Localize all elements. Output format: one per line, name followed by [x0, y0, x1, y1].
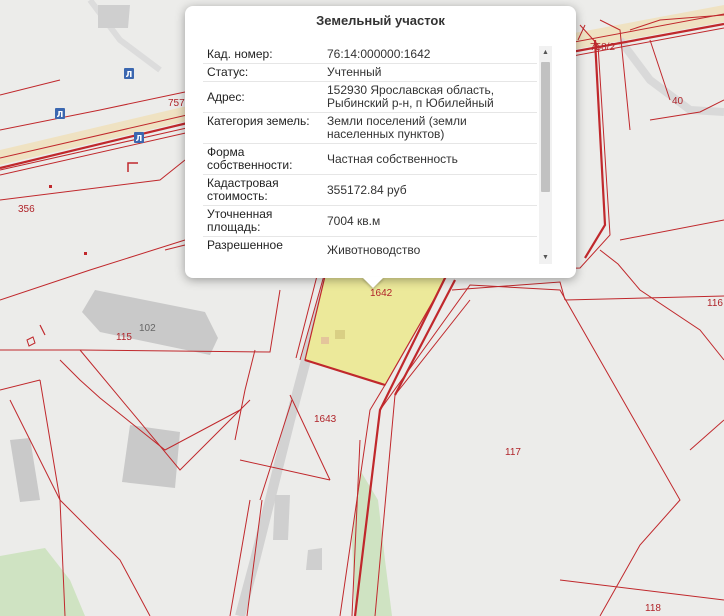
bus-stop-icon[interactable]: Л — [55, 108, 65, 119]
plot-label-40: 40 — [672, 96, 684, 107]
info-value: Частная собственность — [327, 151, 458, 166]
info-row-ownership: Форма собственности: Частная собственнос… — [203, 144, 537, 175]
building[interactable] — [98, 5, 130, 28]
popup-pointer — [362, 277, 384, 288]
scroll-thumb[interactable] — [541, 62, 550, 192]
close-icon[interactable]: ✕ — [555, 6, 573, 21]
popup-info-table: Кад. номер: 76:14:000000:1642 Статус: Уч… — [203, 46, 537, 272]
info-value: 7004 кв.м — [327, 213, 381, 228]
info-key: Уточненная площадь: — [207, 207, 273, 234]
plot-label-1642: 1642 — [370, 288, 393, 299]
plot-label-356: 356 — [18, 204, 35, 215]
info-value: 355172.84 руб — [327, 182, 407, 197]
plot-info-popup: Земельный участок ✕ Кад. номер: 76:14:00… — [185, 6, 576, 278]
info-key: Кадастровая стоимость: — [207, 176, 279, 203]
info-row-area: Уточненная площадь: 7004 кв.м — [203, 206, 537, 237]
building[interactable] — [273, 495, 290, 540]
popup-scrollbar[interactable]: ▲ ▼ — [539, 46, 552, 264]
info-value: Животноводство — [327, 243, 421, 257]
info-value: Учтенный — [327, 65, 382, 79]
building[interactable] — [306, 548, 322, 570]
svg-text:Л: Л — [136, 134, 143, 143]
info-row-status: Статус: Учтенный — [203, 64, 537, 82]
info-value: Земли поселений (земли населенных пункто… — [327, 114, 467, 141]
plot-label-758-2: 758/2 — [590, 42, 615, 53]
info-row-permitted-use: Разрешенное Животноводство — [203, 237, 537, 259]
info-row-cadastral-value: Кадастровая стоимость: 355172.84 руб — [203, 175, 537, 206]
plot-label-1643: 1643 — [314, 414, 337, 425]
info-row-cadastral-number: Кад. номер: 76:14:000000:1642 — [203, 46, 537, 64]
building — [335, 330, 345, 339]
plot-label-116: 116 — [707, 298, 723, 309]
plot-label-118: 118 — [645, 603, 661, 614]
info-key: Статус: — [207, 65, 249, 79]
info-value: 152930 Ярославская область, Рыбинский р-… — [327, 83, 495, 110]
plot-label-115: 115 — [116, 332, 132, 343]
svg-text:Л: Л — [126, 70, 133, 79]
info-row-land-category: Категория земель: Земли поселений (земли… — [203, 113, 537, 144]
boundary-point — [49, 185, 52, 188]
popup-title: Земельный участок — [316, 13, 445, 28]
bus-stop-icon[interactable]: Л — [124, 68, 134, 79]
building — [321, 337, 329, 344]
info-key: Разрешенное — [207, 238, 283, 252]
info-key: Форма собственности: — [207, 145, 293, 172]
scroll-up-icon[interactable]: ▲ — [539, 46, 552, 59]
info-key: Адрес: — [207, 89, 245, 104]
info-key: Категория земель: — [207, 114, 310, 128]
plot-label-117: 117 — [505, 447, 521, 458]
boundary-point — [84, 252, 87, 255]
bus-stop-icon[interactable]: Л — [134, 132, 144, 143]
svg-text:Л: Л — [57, 110, 64, 119]
info-value: 76:14:000000:1642 — [327, 47, 431, 61]
info-row-address: Адрес: 152930 Ярославская область, Рыбин… — [203, 82, 537, 113]
building-label-102: 102 — [139, 323, 156, 334]
info-key: Кад. номер: — [207, 47, 273, 61]
scroll-down-icon[interactable]: ▼ — [539, 251, 552, 264]
plot-label-757: 757 — [168, 98, 185, 109]
